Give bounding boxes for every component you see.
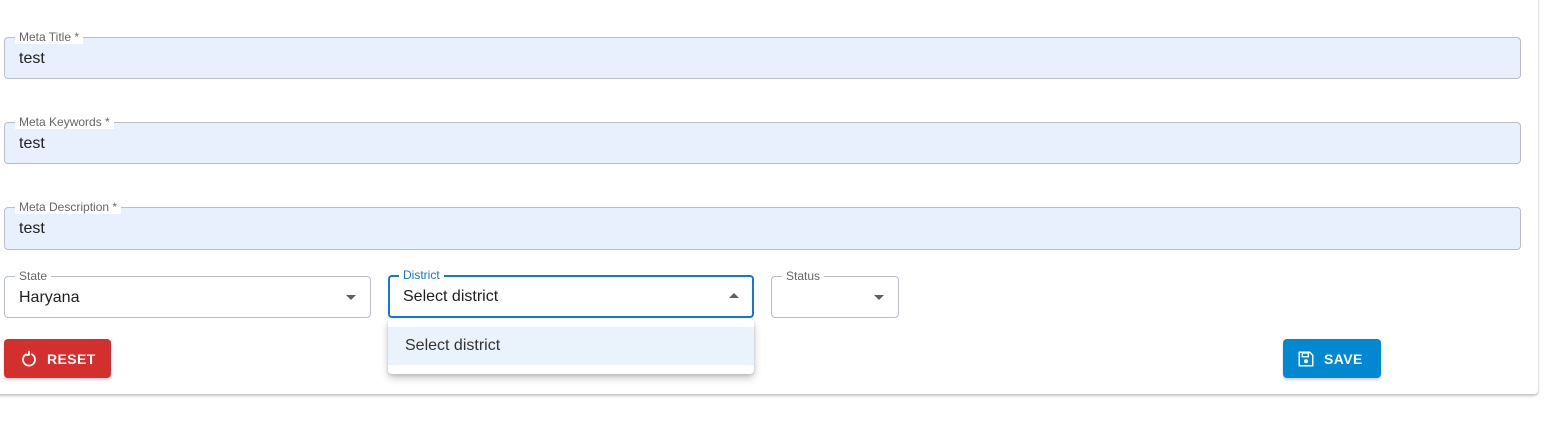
save-button[interactable]: SAVE bbox=[1283, 339, 1381, 378]
district-dropdown-menu: Select district bbox=[388, 319, 754, 374]
district-value: Select district bbox=[403, 288, 499, 305]
arrow-drop-down-icon bbox=[346, 295, 356, 300]
district-select[interactable]: District Select district bbox=[388, 268, 754, 318]
meta-keywords-value: test bbox=[19, 135, 45, 152]
reset-button[interactable]: RESET bbox=[4, 339, 111, 378]
arrow-drop-down-icon bbox=[874, 295, 884, 300]
state-select[interactable]: State Haryana bbox=[4, 269, 371, 318]
meta-keywords-label: Meta Keywords * bbox=[15, 115, 114, 129]
district-option[interactable]: Select district bbox=[388, 327, 754, 365]
status-select[interactable]: Status bbox=[771, 269, 899, 318]
state-label: State bbox=[15, 269, 52, 283]
meta-title-value: test bbox=[19, 50, 45, 67]
district-label: District bbox=[399, 268, 444, 282]
meta-keywords-field[interactable]: Meta Keywords * test bbox=[4, 115, 1521, 164]
meta-description-field[interactable]: Meta Description * test bbox=[4, 200, 1521, 250]
arrow-drop-up-icon bbox=[729, 293, 739, 298]
reset-button-label: RESET bbox=[47, 350, 96, 367]
status-label: Status bbox=[782, 269, 825, 283]
state-value: Haryana bbox=[19, 289, 80, 306]
meta-description-value: test bbox=[19, 220, 45, 237]
meta-title-field[interactable]: Meta Title * test bbox=[4, 30, 1521, 79]
meta-title-label: Meta Title * bbox=[15, 30, 84, 44]
save-icon bbox=[1297, 350, 1315, 368]
meta-description-label: Meta Description * bbox=[15, 200, 122, 214]
save-button-label: SAVE bbox=[1324, 350, 1363, 367]
restart-icon bbox=[20, 350, 38, 368]
